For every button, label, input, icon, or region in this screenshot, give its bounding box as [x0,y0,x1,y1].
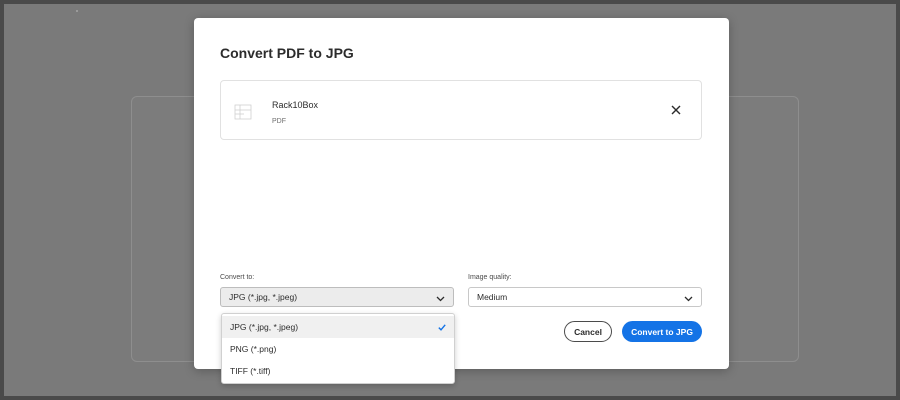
dialog-title: Convert PDF to JPG [220,45,354,61]
close-icon[interactable] [669,103,683,117]
dropdown-option-label: JPG (*.jpg, *.jpeg) [230,322,299,332]
dropdown-option-jpg[interactable]: JPG (*.jpg, *.jpeg) [222,316,454,338]
image-quality-value: Medium [477,292,508,302]
convert-button[interactable]: Convert to JPG [622,321,702,342]
file-card: Rack10Box PDF [220,80,702,140]
cancel-button[interactable]: Cancel [564,321,612,342]
file-thumbnail-icon [234,104,252,120]
convert-to-dropdown-menu: JPG (*.jpg, *.jpeg) PNG (*.png) TIFF (*.… [221,313,455,384]
file-type: PDF [272,118,286,125]
chevron-down-icon [684,294,693,302]
convert-to-value: JPG (*.jpg, *.jpeg) [229,292,298,302]
backdrop-dot [76,10,78,12]
image-quality-select[interactable]: Medium [468,287,702,307]
convert-to-select[interactable]: JPG (*.jpg, *.jpeg) [220,287,454,307]
checkmark-icon [438,323,446,331]
file-name: Rack10Box [272,100,319,110]
image-quality-label: Image quality: [468,274,512,281]
chevron-down-icon [436,294,445,302]
convert-to-label: Convert to: [220,274,255,281]
dropdown-option-png[interactable]: PNG (*.png) [222,338,454,360]
dropdown-option-label: PNG (*.png) [230,344,277,354]
dropdown-option-label: TIFF (*.tiff) [230,366,271,376]
dropdown-option-tiff[interactable]: TIFF (*.tiff) [222,360,454,382]
